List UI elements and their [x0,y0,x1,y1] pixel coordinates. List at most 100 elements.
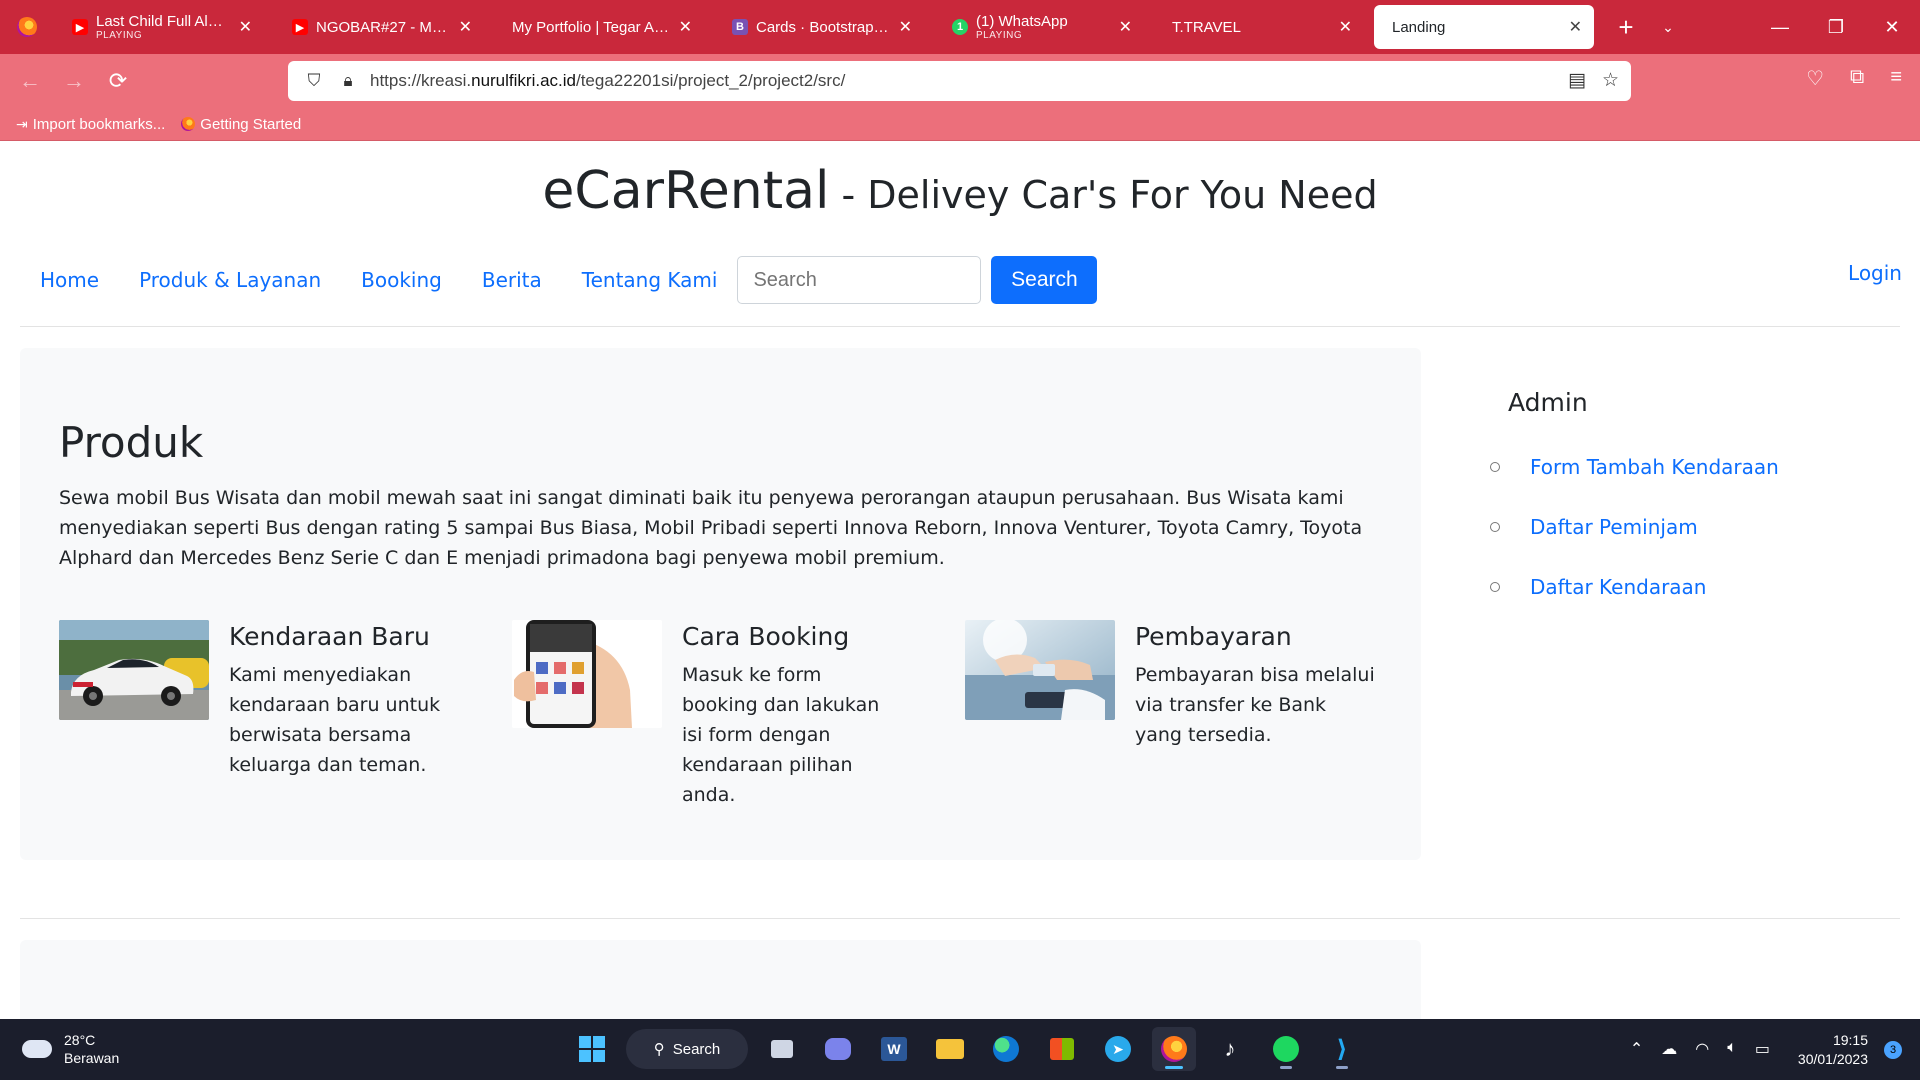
close-tab-icon[interactable]: ✕ [1339,17,1352,37]
tiktok-icon[interactable]: ♪ [1208,1027,1252,1071]
nav-link-produk-layanan[interactable]: Produk & Layanan [139,268,321,292]
search-icon: ⚲ [653,1041,665,1058]
browser-tab[interactable]: T.TRAVEL ✕ [1154,5,1364,49]
url-path: /tega22201si/project_2/project2/src/ [575,71,846,90]
teams-chat-icon[interactable] [816,1027,860,1071]
wifi-icon[interactable]: ◠ [1695,1039,1709,1059]
produk-heading: Produk [59,418,204,467]
bookmark-label: Getting Started [200,115,302,133]
search-button[interactable]: Search [991,256,1098,304]
firefox-taskbar-icon[interactable] [1152,1027,1196,1071]
tab-bar: ▶ Last Child Full Album FPLAYING ✕ ▶ NGO… [0,0,1920,54]
tracking-protection-icon[interactable]: ⛉ [302,71,326,91]
battery-icon[interactable]: ▭ [1755,1039,1770,1059]
notification-badge[interactable]: 3 [1884,1041,1902,1059]
weather-widget[interactable]: 28°C Berawan [22,1031,119,1067]
list-item: Daftar Kendaraan [1480,557,1900,617]
login-link[interactable]: Login [1848,261,1902,285]
volume-icon[interactable]: 🔈︎ [1727,1039,1737,1059]
close-tab-icon[interactable]: ✕ [1569,17,1582,37]
payment-image [965,620,1115,720]
word-icon[interactable]: W [872,1027,916,1071]
file-explorer-icon[interactable] [928,1027,972,1071]
search-input[interactable] [737,256,982,304]
browser-tab[interactable]: My Portfolio | Tegar Ardian ✕ [494,5,704,49]
clock[interactable]: 19:15 30/01/2023 [1798,1031,1868,1069]
tab-title: Cards · Bootstrap v5.2 [756,18,890,36]
browser-tab[interactable]: 1 (1) WhatsApp PLAYING ✕ [934,5,1144,49]
minimize-icon[interactable]: — [1752,0,1808,54]
spotify-icon[interactable] [1264,1027,1308,1071]
reader-view-icon[interactable]: ▤ [1568,69,1586,92]
back-icon[interactable]: ← [8,59,52,103]
whatsapp-icon: 1 [952,19,968,35]
browser-tab[interactable]: ▶ Last Child Full Album FPLAYING ✕ [54,5,264,49]
taskbar-apps: ⚲ Search W ➤ ♪ ⟩ [570,1027,1364,1071]
brand-title: eCarRental [542,161,830,221]
form-tambah-kendaraan-link[interactable]: Form Tambah Kendaraan [1530,455,1779,479]
taskbar-search[interactable]: ⚲ Search [626,1029,748,1069]
cloud-icon [22,1040,52,1058]
youtube-icon: ▶ [72,19,88,35]
nav-link-booking[interactable]: Booking [361,268,442,292]
windows-taskbar: 28°C Berawan ⚲ Search W ➤ ♪ ⟩ ⌃ ☁ ◠ 🔈︎ ▭ … [0,1019,1920,1080]
firefox-icon [181,117,196,131]
web-page: eCarRental - Delivey Car's For You Need … [0,141,1920,1019]
extensions-icon[interactable]: ⧉ [1850,66,1864,91]
reload-icon[interactable]: ⟳ [96,59,140,103]
restore-icon[interactable]: ❐ [1808,0,1864,54]
feature-card: Cara Booking Masuk ke form booking dan l… [512,620,942,806]
close-tab-icon[interactable]: ✕ [1119,17,1132,37]
list-item: Form Tambah Kendaraan [1480,437,1900,497]
bookmark-star-icon[interactable]: ☆ [1602,69,1619,92]
daftar-kendaraan-link[interactable]: Daftar Kendaraan [1530,575,1706,599]
close-tab-icon[interactable]: ✕ [239,17,252,37]
close-tab-icon[interactable]: ✕ [679,17,692,37]
weather-condition: Berawan [64,1050,120,1066]
new-tab-icon[interactable]: + [1604,12,1648,43]
task-view-icon[interactable] [760,1027,804,1071]
close-tab-icon[interactable]: ✕ [899,17,912,37]
import-icon: ⇥ [16,115,28,132]
nav-link-home[interactable]: Home [40,268,99,292]
vscode-icon[interactable]: ⟩ [1320,1027,1364,1071]
url-text[interactable]: https://kreasi.nurulfikri.ac.id/tega2220… [370,71,845,91]
firefox-menu-icon[interactable] [0,0,54,54]
browser-tab[interactable]: ▶ NGOBAR#27 - Membu ✕ [274,5,484,49]
bookmark-item[interactable]: ⇥ Import bookmarks... [16,116,165,133]
lock-icon[interactable]: 🔒︎ [336,71,360,91]
pocket-icon[interactable]: ♡ [1806,66,1824,91]
tab-title: Last Child Full Album F [96,13,230,30]
bookmark-item[interactable]: Getting Started [181,116,301,133]
daftar-peminjam-link[interactable]: Daftar Peminjam [1530,515,1698,539]
tab-title: My Portfolio | Tegar Ardian [512,18,670,36]
close-tab-icon[interactable]: ✕ [459,17,472,37]
address-bar[interactable]: ⛉ 🔒︎ https://kreasi.nurulfikri.ac.id/teg… [288,61,1631,101]
close-window-icon[interactable]: ✕ [1864,0,1920,54]
feature-title: Kendaraan Baru [229,622,430,651]
telegram-icon[interactable]: ➤ [1096,1027,1140,1071]
url-domain: nurulfikri.ac.id [471,71,576,90]
main-nav: Home Produk & Layanan Booking Berita Ten… [40,256,1098,304]
active-browser-tab[interactable]: Landing ✕ [1374,5,1594,49]
menu-icon[interactable]: ≡ [1890,66,1902,91]
admin-sidebar: Admin Form Tambah Kendaraan Daftar Pemin… [1480,388,1900,617]
feature-text: Kami menyediakan kendaraan baru untuk be… [229,664,441,776]
produk-section: Produk Sewa mobil Bus Wisata dan mobil m… [20,348,1421,860]
chevron-up-icon[interactable]: ⌃ [1630,1039,1643,1059]
list-item: Daftar Peminjam [1480,497,1900,557]
edge-icon[interactable] [984,1027,1028,1071]
feature-title: Cara Booking [682,622,850,651]
forward-icon[interactable]: → [52,59,96,103]
bootstrap-icon: B [732,19,748,35]
browser-tab[interactable]: B Cards · Bootstrap v5.2 ✕ [714,5,924,49]
list-all-tabs-icon[interactable]: ⌄ [1648,19,1688,36]
site-header: eCarRental - Delivey Car's For You Need [0,161,1920,221]
microsoft-store-icon[interactable] [1040,1027,1084,1071]
divider [20,326,1900,327]
onedrive-icon[interactable]: ☁ [1661,1039,1677,1059]
nav-link-tentang-kami[interactable]: Tentang Kami [582,268,718,292]
start-icon[interactable] [570,1027,614,1071]
clock-date: 30/01/2023 [1797,1051,1868,1067]
nav-link-berita[interactable]: Berita [482,268,542,292]
